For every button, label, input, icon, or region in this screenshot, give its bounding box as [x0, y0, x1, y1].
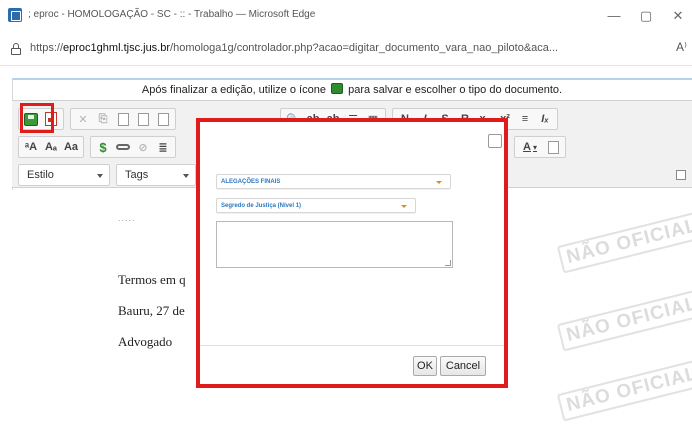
- paste-button[interactable]: [113, 110, 133, 128]
- paste-text-button[interactable]: [133, 110, 153, 128]
- cancel-button[interactable]: Cancel: [440, 356, 486, 376]
- close-window-button[interactable]: ✕: [666, 6, 690, 26]
- url-prefix: https://: [30, 42, 64, 54]
- minimize-button[interactable]: —: [602, 6, 626, 26]
- lowercase-button[interactable]: Aₐ: [41, 138, 61, 156]
- toolbar-row-3: Estilo Tags: [18, 163, 202, 187]
- tags-combo[interactable]: Tags: [116, 164, 196, 186]
- dialog-close-checkbox[interactable]: [488, 134, 502, 148]
- secrecy-level-value: Segredo de Justiça (Nível 1): [221, 203, 302, 209]
- paste-word-icon: [157, 112, 169, 126]
- document-type-select[interactable]: ALEGAÇÕES FINAIS: [216, 174, 451, 189]
- dialog-divider: [200, 345, 504, 346]
- address-bar[interactable]: https://eproc1ghml.tjsc.jus.br/homologa1…: [0, 32, 692, 66]
- toolbar-group-insert: $ ⊘ ≣: [90, 136, 176, 158]
- style-chevron-down-icon: [97, 174, 103, 178]
- restore-button[interactable]: ▢: [634, 6, 658, 26]
- url-path: /homologa1g/controlador.php?acao=digitar…: [170, 42, 559, 54]
- toolbar-group-clipboard: ✕ ⎘: [70, 108, 176, 130]
- copy-button[interactable]: ⎘: [93, 110, 113, 128]
- style-combo-label: Estilo: [27, 169, 54, 181]
- save-icon-inline: [331, 83, 344, 94]
- tags-combo-label: Tags: [125, 169, 149, 181]
- document-type-value: ALEGAÇÕES FINAIS: [221, 179, 281, 185]
- lock-icon[interactable]: [11, 43, 21, 55]
- toolbar-group-color: A ▾: [514, 136, 566, 158]
- document-line-1: Termos em q: [118, 272, 186, 287]
- image-button[interactable]: [543, 138, 563, 156]
- link-icon: [116, 144, 130, 150]
- description-textarea[interactable]: [216, 221, 453, 268]
- toolbar-group-case: ᵃA Aₐ Aa: [18, 136, 84, 158]
- info-text-before: Após finalizar a edição, utilize o ícone: [141, 84, 326, 96]
- ok-button[interactable]: OK: [413, 356, 437, 376]
- image-icon: [547, 140, 559, 154]
- cut-button[interactable]: ✕: [73, 110, 93, 128]
- url-host: eproc1ghml.tjsc.jus.br: [63, 42, 171, 54]
- currency-button[interactable]: $: [93, 138, 113, 156]
- paste-icon: [117, 112, 129, 126]
- document-line-3: Advogado: [118, 334, 173, 349]
- titlecase-button[interactable]: Aa: [61, 138, 81, 156]
- document-line-2: Bauru, 27 de: [118, 303, 185, 318]
- url-text[interactable]: https://eproc1ghml.tjsc.jus.br/homologa1…: [30, 42, 558, 54]
- save-button-highlight: [20, 103, 54, 133]
- tags-chevron-down-icon: [183, 174, 189, 178]
- style-combo[interactable]: Estilo: [18, 164, 110, 186]
- window-title: ; eproc - HOMOLOGAÇÃO - SC - :: - Trabal…: [28, 9, 316, 20]
- document-type-chevron-down-icon: [436, 181, 442, 184]
- secrecy-level-chevron-down-icon: [401, 205, 407, 208]
- toolbar-row-2-right: A ▾: [514, 135, 572, 159]
- unlink-button[interactable]: ⊘: [133, 138, 153, 156]
- maximize-editor-icon[interactable]: [676, 170, 686, 180]
- link-button[interactable]: [113, 138, 133, 156]
- text-color-chevron-icon: ▾: [532, 142, 537, 152]
- read-aloud-icon[interactable]: A⁾: [676, 40, 687, 54]
- align-justify-button[interactable]: ≡: [515, 110, 535, 128]
- app-icon: [8, 8, 22, 22]
- table-button[interactable]: ≣: [153, 138, 173, 156]
- remove-format-button[interactable]: Iₓ: [535, 110, 555, 128]
- paste-text-icon: [137, 112, 149, 126]
- window-title-bar: ; eproc - HOMOLOGAÇÃO - SC - :: - Trabal…: [0, 0, 692, 32]
- info-bar: Após finalizar a edição, utilize o ícone…: [12, 80, 692, 100]
- info-text-after: para salvar e escolher o tipo do documen…: [348, 84, 563, 96]
- text-color-label: A: [523, 141, 531, 153]
- paste-word-button[interactable]: [153, 110, 173, 128]
- text-color-button[interactable]: A ▾: [517, 138, 543, 156]
- document-placeholder-dots: .....: [118, 213, 136, 223]
- secrecy-level-select[interactable]: Segredo de Justiça (Nível 1): [216, 198, 416, 213]
- toolbar-row-2: ᵃA Aₐ Aa $ ⊘ ≣: [18, 135, 182, 159]
- uppercase-button[interactable]: ᵃA: [21, 138, 41, 156]
